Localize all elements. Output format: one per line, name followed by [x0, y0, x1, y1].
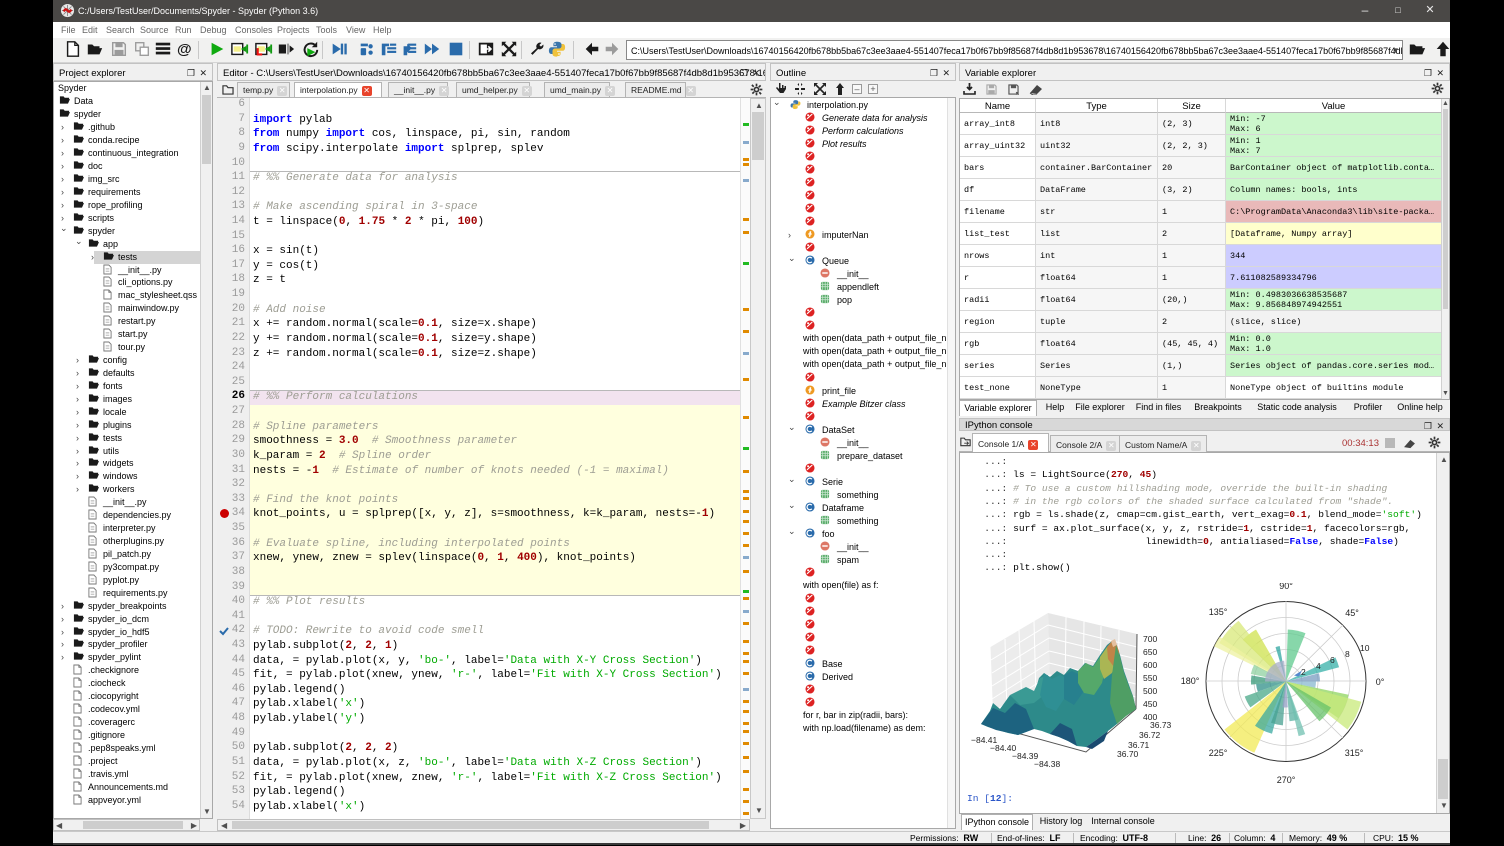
svg-text:500: 500	[1143, 686, 1157, 696]
svg-text:270°: 270°	[1277, 775, 1296, 785]
svg-text:450: 450	[1143, 699, 1157, 709]
svg-text:550: 550	[1143, 673, 1157, 683]
svg-text:0°: 0°	[1376, 677, 1385, 687]
svg-text:135°: 135°	[1209, 607, 1228, 617]
svg-text:4: 4	[1316, 661, 1321, 671]
svg-text:315°: 315°	[1345, 748, 1364, 758]
svg-text:45°: 45°	[1345, 608, 1359, 618]
svg-text:225°: 225°	[1209, 748, 1228, 758]
svg-text:36.70: 36.70	[1117, 749, 1139, 759]
svg-text:650: 650	[1143, 647, 1157, 657]
svg-text:36.72: 36.72	[1139, 730, 1161, 740]
svg-text:36.73: 36.73	[1150, 720, 1172, 730]
svg-text:10: 10	[1360, 643, 1370, 653]
svg-text:600: 600	[1143, 660, 1157, 670]
svg-text:−84.38: −84.38	[1034, 759, 1061, 769]
svg-text:2: 2	[1301, 667, 1306, 677]
svg-text:180°: 180°	[1181, 676, 1200, 686]
svg-text:6: 6	[1330, 655, 1335, 665]
svg-text:700: 700	[1143, 634, 1157, 644]
svg-text:90°: 90°	[1279, 583, 1293, 591]
svg-text:8: 8	[1345, 649, 1350, 659]
